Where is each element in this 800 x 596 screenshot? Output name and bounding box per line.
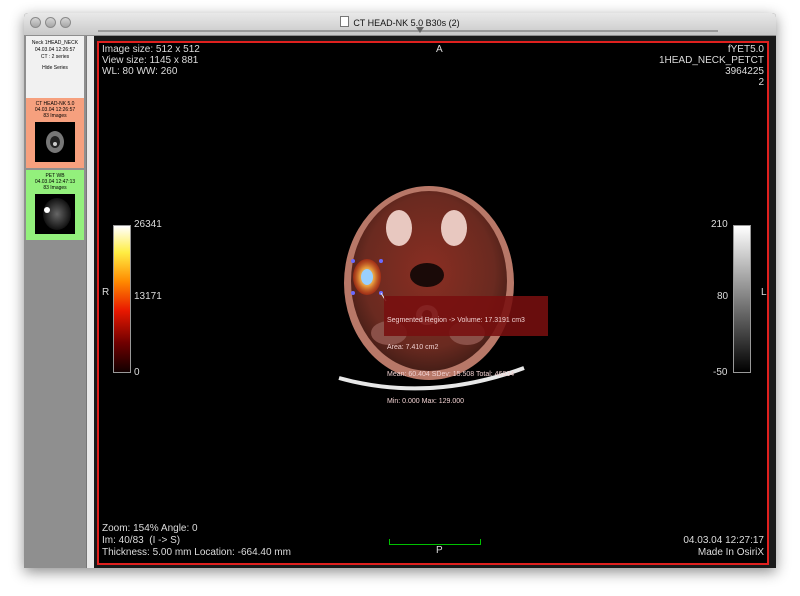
orientation-left: R	[102, 287, 110, 298]
roi-line-mean: Mean: 60.404 SDev: 15.508 Total: 46934	[387, 371, 515, 378]
hide-series-button[interactable]: Hide Series	[26, 65, 84, 72]
ct-colorbar-mid: 80	[717, 291, 729, 302]
ct-colorbar-max: 210	[711, 219, 728, 230]
series-thumbnail[interactable]	[35, 194, 75, 234]
image-slider-track[interactable]	[98, 30, 718, 32]
overlay-thickness-location: Thickness: 5.00 mm Location: -664.40 mm	[102, 547, 291, 558]
series-images: 83 Images	[43, 185, 67, 191]
overlay-made-in: Made In OsiriX	[697, 547, 764, 558]
title-bar[interactable]: CT HEAD-NK 5.0 B30s (2)	[24, 13, 776, 36]
pet-thumbnail-image	[43, 198, 71, 230]
scale-bar	[389, 539, 481, 545]
orientation-top: A	[436, 44, 443, 55]
series-item-pet[interactable]: PET WB 04.03.04 12:47:13 83 Images	[26, 170, 84, 240]
orientation-right: L	[761, 287, 767, 298]
overlay-image-index: Im: 40/83 (I -> S)	[102, 535, 181, 546]
study-item[interactable]: Neck 1HEAD_NECK 04.03.04 12:26:57 CT : 2…	[26, 36, 84, 98]
window-title-wrap: CT HEAD-NK 5.0 B30s (2)	[24, 16, 776, 28]
overlay-series-no: 2	[758, 77, 764, 88]
image-slider-knob[interactable]	[416, 27, 424, 33]
pet-colorbar-max: 26341	[134, 219, 162, 230]
overlay-accession: 3964225	[725, 66, 764, 77]
sidebar-scrollbar[interactable]	[86, 36, 94, 568]
overlay-study-name: 1HEAD_NECK_PETCT	[658, 55, 764, 66]
document-icon	[340, 16, 350, 27]
window-title: CT HEAD-NK 5.0 B30s (2)	[353, 18, 460, 28]
orientation-bottom: P	[436, 545, 443, 556]
overlay-wl-ww: WL: 80 WW: 260	[102, 66, 178, 77]
roi-line-volume: Segmented Region -> Volume: 17.3191 cm3	[387, 317, 525, 324]
viewer-window: CT HEAD-NK 5.0 B30s (2) Neck 1HEAD_NECK …	[24, 13, 776, 568]
ct-thumbnail-image	[46, 131, 64, 153]
pet-colorbar	[113, 225, 131, 373]
series-images: 83 Images	[43, 113, 67, 119]
pet-colorbar-min: 0	[134, 367, 140, 378]
ct-colorbar	[733, 225, 751, 373]
overlay-date-time: 04.03.04 12:27:17	[683, 535, 764, 546]
overlay-view-size: View size: 1145 x 881	[102, 55, 199, 66]
study-datetime: 04.03.04 12:26:57	[34, 47, 76, 53]
roi-info-box[interactable]: Segmented Region -> Volume: 17.3191 cm3 …	[384, 296, 548, 405]
pet-colorbar-mid: 13171	[134, 291, 162, 302]
series-item-ct[interactable]: CT HEAD-NK 5.0 04.03.04 12:26:57 83 Imag…	[26, 98, 84, 168]
image-viewer[interactable]: Image size: 512 x 512 View size: 1145 x …	[97, 41, 769, 565]
study-series-count: CT : 2 series	[40, 54, 70, 60]
roi-line-minmax: Min: 0.000 Max: 129.000	[387, 398, 465, 405]
study-name: Neck 1HEAD_NECK	[31, 40, 79, 46]
overlay-zoom-angle: Zoom: 154% Angle: 0	[102, 523, 198, 534]
overlay-image-size: Image size: 512 x 512	[102, 44, 200, 55]
overlay-patient-id: fYET5.0	[727, 44, 764, 55]
series-thumbnail[interactable]	[35, 122, 75, 162]
roi-line-area: Area: 7.410 cm2	[387, 344, 439, 351]
ct-colorbar-min: -50	[713, 367, 728, 378]
